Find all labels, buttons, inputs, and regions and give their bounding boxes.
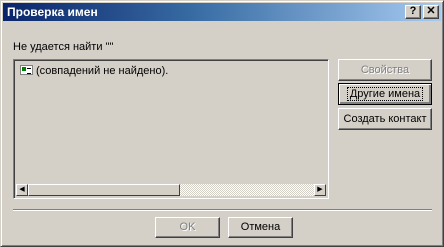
scrollbar-thumb[interactable] bbox=[28, 184, 180, 196]
results-list[interactable]: (совпадений не найдено). ◀ ▶ bbox=[13, 59, 329, 199]
horizontal-scrollbar[interactable]: ◀ ▶ bbox=[16, 184, 326, 196]
help-button[interactable]: ? bbox=[405, 5, 421, 19]
arrow-left-icon: ◀ bbox=[19, 186, 25, 193]
cancel-button[interactable]: Отмена bbox=[228, 217, 293, 238]
arrow-right-icon: ▶ bbox=[317, 186, 323, 193]
contact-card-icon bbox=[20, 65, 33, 75]
other-names-button[interactable]: Другие имена bbox=[338, 83, 432, 105]
help-icon: ? bbox=[409, 5, 417, 17]
not-found-label: Не удается найти "" bbox=[13, 41, 114, 53]
scroll-right-button[interactable]: ▶ bbox=[314, 184, 326, 196]
title-bar[interactable]: Проверка имен ? ✕ bbox=[3, 3, 441, 21]
close-button[interactable]: ✕ bbox=[423, 5, 439, 19]
close-icon: ✕ bbox=[426, 5, 436, 17]
list-item[interactable]: (совпадений не найдено). bbox=[20, 65, 168, 79]
properties-button[interactable]: Свойства bbox=[338, 59, 432, 81]
ok-button[interactable]: OK bbox=[155, 217, 220, 238]
dialog-title: Проверка имен bbox=[7, 5, 98, 19]
scroll-left-button[interactable]: ◀ bbox=[16, 184, 28, 196]
create-contact-button[interactable]: Создать контакт bbox=[338, 108, 432, 130]
list-item-text: (совпадений не найдено). bbox=[36, 65, 169, 77]
separator bbox=[13, 209, 432, 211]
other-names-label: Другие имена bbox=[346, 87, 424, 101]
check-names-dialog: Проверка имен ? ✕ Не удается найти "" (с… bbox=[0, 0, 444, 247]
